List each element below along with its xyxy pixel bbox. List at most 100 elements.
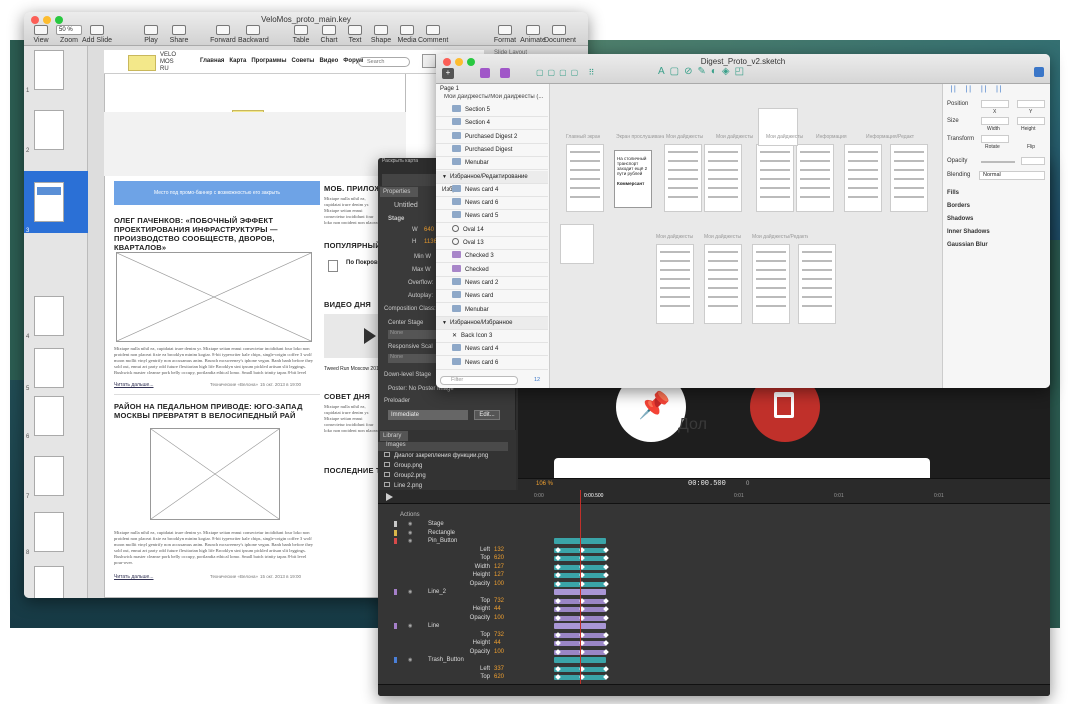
height-field[interactable] — [1017, 117, 1045, 125]
right-tool-icon[interactable] — [1034, 67, 1044, 77]
layer-row[interactable]: Checked 3 — [436, 250, 548, 264]
avatar[interactable] — [422, 54, 436, 68]
timeline-element-row[interactable]: ◉ Line_2 — [378, 588, 526, 596]
play-toolbar-button[interactable]: Play — [136, 25, 166, 44]
layer-row[interactable]: Oval 14 — [436, 224, 548, 237]
view-toolbar-button[interactable]: View — [26, 25, 56, 44]
article1-title[interactable]: ОЛЕГ ПАЧЕНКОВ: «ПОБОЧНЫЙ ЭФФЕКТ ПРОЕКТИР… — [114, 216, 314, 252]
preloader-section[interactable]: Preloader — [384, 398, 410, 404]
downlevel-section[interactable]: Down-level Stage — [384, 372, 431, 378]
library-image-item[interactable]: Диалог закрепления функции.png — [384, 452, 512, 461]
artboard[interactable] — [890, 144, 928, 212]
w-value[interactable]: 640 — [424, 227, 434, 233]
site-nav-item[interactable]: Карта — [229, 58, 246, 64]
property-value[interactable]: 100 — [494, 648, 504, 656]
timeline-property-row[interactable]: Height 44 — [378, 639, 526, 647]
comment-toolbar-button[interactable]: Comment — [418, 25, 448, 44]
layer-row[interactable]: Purchased Digest 2 — [436, 131, 548, 144]
share-toolbar-button[interactable]: Share — [164, 25, 194, 44]
timeline-property-row[interactable]: Height 44 — [378, 605, 526, 613]
artboard[interactable] — [756, 144, 794, 212]
inner-shadows-section[interactable]: Inner Shadows — [947, 229, 990, 235]
article2-read-more[interactable]: Читать дальше... — [114, 574, 154, 580]
purple-tool-icon[interactable] — [480, 68, 490, 78]
library-image-item[interactable]: Group.png — [384, 462, 512, 471]
insert-button[interactable]: + — [442, 68, 454, 79]
eye-icon[interactable]: ◉ — [408, 537, 412, 545]
h-value[interactable]: 1136 — [424, 239, 437, 245]
play-icon[interactable] — [386, 493, 393, 501]
document-toolbar-button[interactable]: Document — [544, 25, 576, 44]
property-value[interactable]: 337 — [494, 665, 504, 673]
popular-item-title[interactable]: По Покров — [346, 260, 378, 266]
responsive-checkbox[interactable]: Responsive Scal — [388, 344, 433, 350]
slide-thumbnail[interactable] — [34, 296, 64, 336]
timeline-element-row[interactable]: ◉ Rectangle — [378, 529, 526, 537]
edit-button[interactable]: Edit... — [474, 410, 500, 420]
opacity-field[interactable] — [1021, 157, 1045, 165]
filter-field[interactable]: Filter — [440, 376, 518, 385]
keyframe-diamond[interactable] — [603, 648, 609, 655]
library-tab[interactable]: Library — [380, 431, 408, 441]
preloader-select[interactable]: Immediate — [388, 410, 468, 420]
y-field[interactable] — [1017, 100, 1045, 108]
table-toolbar-button[interactable]: Table — [286, 25, 316, 44]
artboard[interactable] — [656, 244, 694, 324]
layer-row[interactable]: ✕ Back Icon 3 — [436, 330, 548, 344]
plus-toolbar-button[interactable]: Add Slide — [82, 25, 112, 44]
layer-group[interactable]: ▼ Избранное/Избранное — [436, 316, 548, 330]
artboard-small[interactable] — [758, 108, 798, 146]
width-field[interactable] — [981, 117, 1009, 125]
fills-section[interactable]: Fills — [947, 190, 959, 196]
artboard[interactable] — [664, 144, 702, 212]
responsive-select[interactable]: None — [388, 354, 438, 363]
layer-row[interactable]: Section 4 — [436, 117, 548, 131]
layer-row[interactable]: News card 4 — [436, 184, 548, 197]
forward-toolbar-button[interactable]: Forward — [208, 25, 238, 44]
property-value[interactable]: 732 — [494, 597, 504, 605]
playhead[interactable] — [580, 490, 581, 696]
article1-read-more[interactable]: Читать дальше... — [114, 382, 154, 388]
property-value[interactable]: 127 — [494, 571, 504, 579]
keyframe-diamond[interactable] — [603, 580, 609, 587]
timeline-property-row[interactable]: Opacity 100 — [378, 614, 526, 622]
time-readout[interactable]: 00:00.500 — [688, 480, 726, 488]
timeline-property-row[interactable]: Opacity 100 — [378, 648, 526, 656]
eye-icon[interactable]: ◉ — [408, 588, 412, 596]
keyframe-diamond[interactable] — [603, 614, 609, 621]
keyframe-diamond[interactable] — [603, 597, 609, 604]
shadows-section[interactable]: Shadows — [947, 216, 973, 222]
property-value[interactable]: 732 — [494, 631, 504, 639]
timeline-property-row[interactable]: Top 732 — [378, 597, 526, 605]
property-value[interactable]: 100 — [494, 614, 504, 622]
eye-icon[interactable]: ◉ — [408, 622, 412, 630]
property-value[interactable]: 127 — [494, 563, 504, 571]
timeline-property-row[interactable]: Opacity 100 — [378, 580, 526, 588]
property-value[interactable]: 620 — [494, 673, 504, 681]
layer-row[interactable]: News card — [436, 290, 548, 304]
timeline-property-row[interactable]: Width 127 — [378, 563, 526, 571]
images-header[interactable]: Images — [378, 442, 508, 451]
shape-tools[interactable]: ▢▢▢▢ ⠿ — [536, 68, 626, 78]
slide-thumbnail[interactable] — [34, 396, 64, 436]
slide-thumbnail[interactable] — [34, 566, 64, 598]
layer-row[interactable]: Menubar — [436, 304, 548, 317]
eye-icon[interactable]: ◉ — [408, 656, 412, 664]
gaussian-blur-section[interactable]: Gaussian Blur — [947, 242, 988, 248]
artboard[interactable] — [560, 224, 594, 264]
timeline-property-row[interactable]: Top 620 — [378, 673, 526, 681]
eye-icon[interactable]: ◉ — [408, 520, 412, 528]
site-nav-item[interactable]: Видео — [319, 58, 338, 64]
artboard[interactable] — [566, 144, 604, 212]
keyframe-diamond[interactable] — [603, 546, 609, 553]
artboard[interactable] — [704, 244, 742, 324]
layer-row[interactable]: News card 2 — [436, 277, 548, 290]
video-player[interactable] — [324, 314, 382, 358]
artboard[interactable] — [704, 144, 742, 212]
site-nav-item[interactable]: Главная — [200, 58, 224, 64]
zoom-readout[interactable]: 106 % — [536, 481, 553, 487]
keyframe-diamond[interactable] — [603, 665, 609, 672]
property-value[interactable]: 44 — [494, 639, 501, 647]
borders-section[interactable]: Borders — [947, 203, 970, 209]
property-value[interactable]: 620 — [494, 554, 504, 562]
